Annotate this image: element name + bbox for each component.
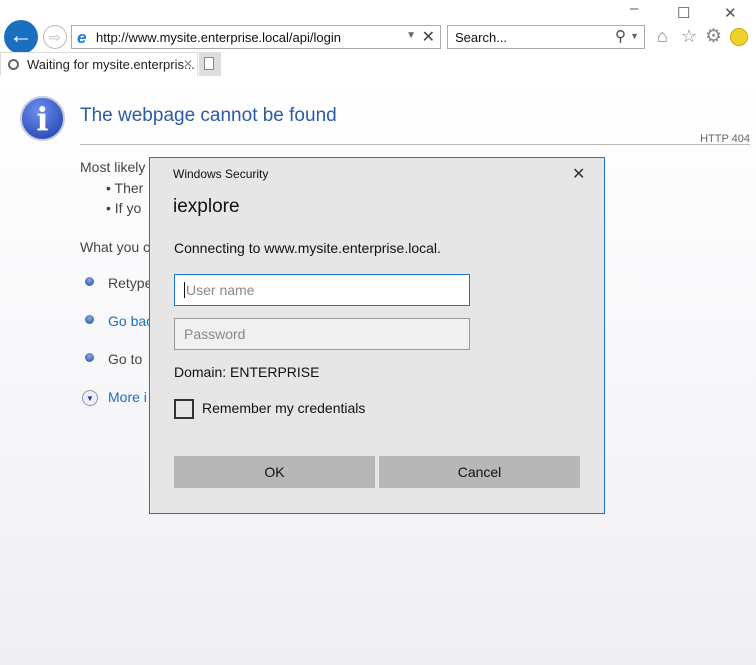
go-to-text: Go to <box>108 351 143 367</box>
tab-close-icon[interactable]: ✕ <box>183 57 193 71</box>
bullet-icon <box>85 353 94 362</box>
more-info-link[interactable]: More i <box>108 389 147 405</box>
browser-tab[interactable]: Waiting for mysite.enterpris... ✕ <box>0 52 198 76</box>
dropdown-icon[interactable]: ▼ <box>406 30 416 41</box>
ok-button[interactable]: OK <box>174 456 375 488</box>
new-tab-button[interactable] <box>199 52 221 76</box>
cancel-button[interactable]: Cancel <box>379 456 580 488</box>
dialog-close-icon[interactable]: ✕ <box>572 164 585 184</box>
bullet-icon <box>85 277 94 286</box>
divider <box>80 144 750 145</box>
username-placeholder: User name <box>184 282 255 298</box>
username-input[interactable]: User name <box>174 274 470 306</box>
most-likely-text: Most likely <box>80 159 146 175</box>
favorites-star-icon[interactable]: ☆ <box>681 26 697 47</box>
minimize-button[interactable]: – <box>630 0 638 17</box>
stop-icon[interactable]: ✕ <box>422 27 435 47</box>
maximize-button[interactable]: ☐ <box>677 4 690 22</box>
expand-icon[interactable]: ▼ <box>82 390 98 406</box>
loading-spinner-icon <box>8 59 19 70</box>
password-input[interactable]: Password <box>174 318 470 350</box>
new-tab-icon <box>204 57 214 70</box>
dialog-header: Windows Security <box>173 167 269 181</box>
domain-text: Domain: ENTERPRISE <box>174 364 320 380</box>
http-code: HTTP 404 <box>700 133 750 145</box>
retype-text: Retype <box>108 275 153 291</box>
page-title: The webpage cannot be found <box>80 105 337 126</box>
windows-security-dialog: Windows Security ✕ iexplore Connecting t… <box>149 157 605 514</box>
connecting-text: Connecting to www.mysite.enterprise.loca… <box>174 240 441 256</box>
go-back-link[interactable]: Go bac <box>108 313 153 329</box>
gear-icon[interactable]: ⚙ <box>705 25 722 48</box>
cause-bullet: If yo <box>114 200 142 216</box>
close-window-button[interactable]: ✕ <box>724 4 737 22</box>
smiley-feedback-icon[interactable] <box>730 28 748 46</box>
search-placeholder: Search... <box>455 30 508 45</box>
url-text: http://www.mysite.enterprise.local/api/l… <box>96 30 341 45</box>
home-icon[interactable]: ⌂ <box>657 26 668 47</box>
cause-bullet: Ther <box>114 180 144 196</box>
password-placeholder: Password <box>184 326 246 342</box>
address-bar[interactable]: e http://www.mysite.enterprise.local/api… <box>71 25 441 49</box>
dialog-app-name: iexplore <box>173 196 240 217</box>
bullet-icon <box>85 315 94 324</box>
remember-label[interactable]: Remember my credentials <box>202 400 365 416</box>
search-dropdown-icon[interactable]: ▼ <box>630 31 639 41</box>
info-icon: i <box>20 96 65 141</box>
search-icon[interactable]: ⚲ <box>615 27 626 45</box>
back-button[interactable]: ← <box>4 20 38 54</box>
tab-title: Waiting for mysite.enterpris... <box>27 57 195 72</box>
forward-button[interactable]: ⇨ <box>43 25 67 49</box>
ie-logo-icon: e <box>77 28 87 47</box>
search-input[interactable]: Search... ⚲ ▼ <box>447 25 645 49</box>
what-you-can-try: What you c <box>80 239 151 255</box>
remember-checkbox[interactable] <box>174 399 194 419</box>
